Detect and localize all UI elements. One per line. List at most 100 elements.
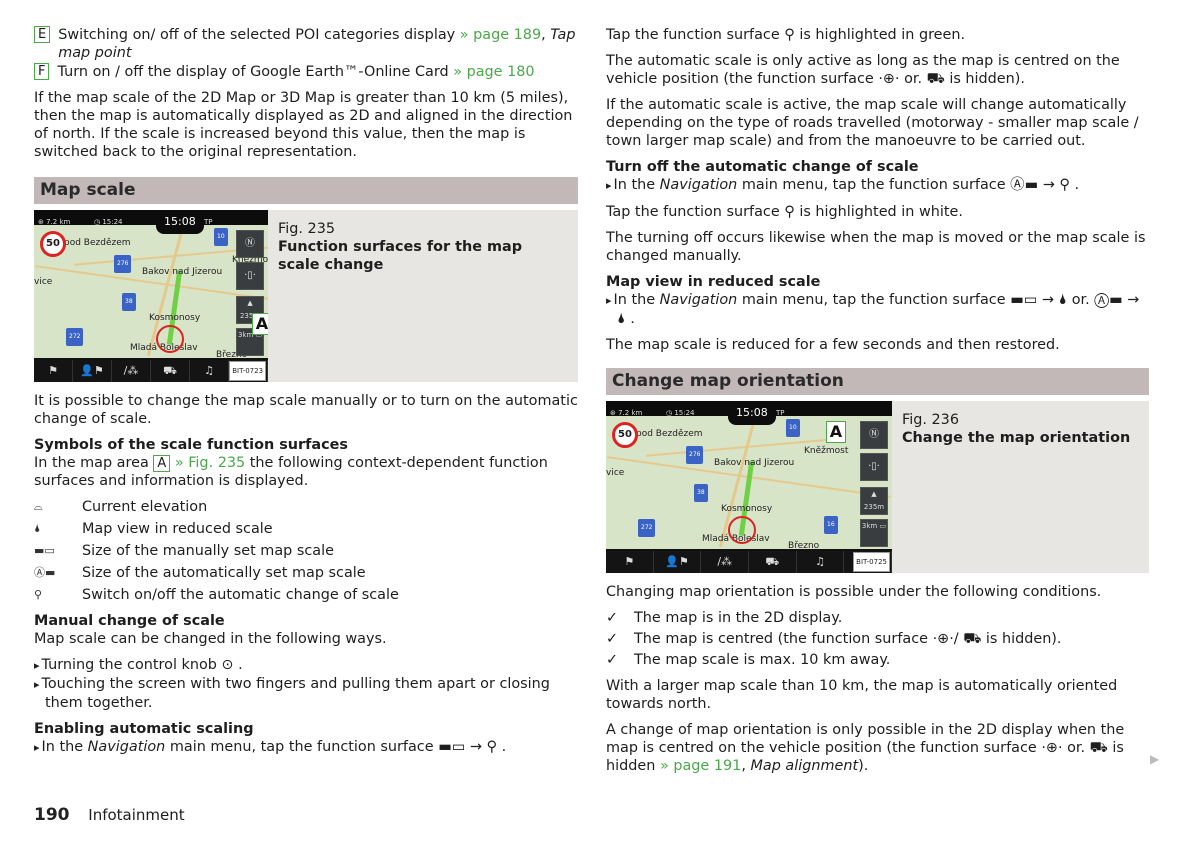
menu-name: Navigation <box>659 292 738 308</box>
reduced-scale-icon: 🌢 <box>34 522 41 535</box>
place-label: Kosmonosy <box>149 313 201 323</box>
text: ). <box>858 758 869 774</box>
left-column: E Switching on/ off of the selected POI … <box>34 26 578 757</box>
place-label: Bakov nad Jizerou <box>714 458 795 468</box>
symbol-row: ▬▭ Size of the manually set map scale <box>34 542 578 560</box>
elevation-icon: ⌓ <box>34 500 43 513</box>
traffic-icon[interactable]: ⛟ <box>151 360 191 382</box>
place-label: Kněžmost <box>804 446 849 456</box>
north-orientation-button[interactable]: Ⓝ <box>236 230 265 258</box>
scale-intro-paragraph: It is possible to change the map scale m… <box>34 393 578 427</box>
figure-236: ⊛ 7.2 km ◷ 15:24 TP 15:08 pod Bezdězem B… <box>606 401 1149 573</box>
road-shield: 272 <box>66 328 84 346</box>
route-options-icon[interactable]: /⁂ <box>112 360 152 382</box>
center-vehicle-button[interactable]: ·▯· <box>860 453 888 481</box>
bullet-item: In the Navigation main menu, tap the fun… <box>606 176 1149 195</box>
paragraph: If the automatic scale is active, the ma… <box>606 97 1139 149</box>
page-link-189[interactable]: » page 189 <box>460 27 541 43</box>
paragraph: Tap the function surface ⚲ is highlighte… <box>606 27 966 43</box>
route-options-icon[interactable]: /⁂ <box>701 551 750 573</box>
bullet-item: Touching the screen with two fingers and… <box>34 675 578 712</box>
page-footer: 190 Infotainment <box>34 806 185 824</box>
bullet-item: In the Navigation main menu, tap the fun… <box>34 738 578 757</box>
speed-limit-sign: 50 <box>612 422 638 448</box>
fig-235-link[interactable]: » Fig. 235 <box>170 455 245 471</box>
vehicle-position-icon <box>728 516 756 544</box>
destination-flag-icon[interactable]: ⚑ <box>606 551 654 573</box>
place-label: Bakov nad Jizerou <box>142 267 223 277</box>
symbol-label: Map view in reduced scale <box>82 521 273 537</box>
italic-ref: Map alignment <box>750 758 859 774</box>
speed-limit-sign: 50 <box>40 231 66 257</box>
section-title-map-scale: Map scale <box>34 177 578 204</box>
destination-flag-icon[interactable]: ⚑ <box>34 360 74 382</box>
nav-screen-image: ⊛ 7.2 km ◷ 15:24 TP 15:08 pod Bezdězem B… <box>606 401 892 573</box>
manual-change-intro: Map scale can be changed in the followin… <box>34 631 387 647</box>
map-area: pod Bezdězem Bakov nad Jizerou Kněžmost … <box>606 416 892 551</box>
item-text: Turn on / off the display of Google Eart… <box>57 64 454 80</box>
auto-scale-icon: Ⓐ▬ <box>34 566 56 579</box>
road-shield: 276 <box>114 255 132 273</box>
contacts-destination-icon[interactable]: 👤⚑ <box>654 551 702 573</box>
menu-name: Navigation <box>659 177 738 193</box>
paragraph: The map scale is reduced for a few secon… <box>606 337 1060 353</box>
checkmark-icon: ✓ <box>606 610 619 626</box>
callout-a: A <box>252 313 269 335</box>
elevation-button[interactable]: ▲ 235m <box>860 487 888 515</box>
conditions-intro: Changing map orientation is possible und… <box>606 584 1102 600</box>
figure-code: BIT-0723 <box>229 361 267 381</box>
figure-title: Function surfaces for the map scale chan… <box>278 239 523 273</box>
music-icon[interactable]: ♫ <box>190 360 230 382</box>
symbols-intro: In the map area A » Fig. 235 the followi… <box>34 454 578 490</box>
map-area: pod Bezdězem Bakov nad Jizerou Kněžmost … <box>34 225 269 360</box>
map-scale-button[interactable]: 3km ▭ <box>860 519 888 547</box>
symbol-label: Size of the manually set map scale <box>82 543 334 559</box>
chapter-name: Infotainment <box>88 806 185 824</box>
place-label: pod Bezdězem <box>64 238 131 248</box>
figure-number: Fig. 236 <box>902 412 959 428</box>
condition-item: ✓ The map scale is max. 10 km away. <box>606 651 1149 669</box>
auto-scale-toggle-icon: ⚲ <box>34 588 43 601</box>
manual-scale-icon: ▬▭ <box>34 544 55 557</box>
checkmark-icon: ✓ <box>606 631 619 647</box>
place-label: Kosmonosy <box>721 504 773 514</box>
page-number: 190 <box>34 805 70 825</box>
bullet-item: In the Navigation main menu, tap the fun… <box>606 291 1149 328</box>
symbol-row: ⌓ Current elevation <box>34 498 578 516</box>
section-title-map-orientation: Change map orientation <box>606 368 1149 395</box>
text: In the <box>613 292 660 308</box>
road-shield: 10 <box>214 228 228 246</box>
road-shield: 16 <box>824 516 838 534</box>
place-label: vice <box>606 468 625 478</box>
figure-code: BIT-0725 <box>853 552 890 572</box>
condition-text: The map is in the 2D display. <box>634 610 843 626</box>
figure-number: Fig. 235 <box>278 221 336 237</box>
contacts-destination-icon[interactable]: 👤⚑ <box>73 360 113 382</box>
place-label: vice <box>34 277 53 287</box>
list-item-e: E Switching on/ off of the selected POI … <box>34 26 578 62</box>
symbol-label: Current elevation <box>82 499 208 515</box>
page-link-180[interactable]: » page 180 <box>453 64 534 80</box>
road-shield: 276 <box>686 446 704 464</box>
key-badge-e: E <box>34 26 51 43</box>
vehicle-position-icon <box>156 325 184 353</box>
symbol-legend: ⌓ Current elevation 🌢 Map view in reduced … <box>34 498 578 604</box>
condition-item: ✓ The map is centred (the function surfac… <box>606 630 1149 648</box>
text: In the <box>613 177 660 193</box>
place-label: pod Bezdězem <box>636 429 703 439</box>
nav-bottom-menu: ⚑ 👤⚑ /⁂ ⛟ ♫ ⚙ <box>606 551 892 573</box>
callout-a: A <box>826 421 846 443</box>
manual-change-heading: Manual change of scale <box>34 613 225 629</box>
figure-235: ⊛ 7.2 km ◷ 15:24 TP 15:08 pod Bezdězem B… <box>34 210 578 382</box>
intro-paragraph: If the map scale of the 2D Map or 3D Map… <box>34 90 573 160</box>
music-icon[interactable]: ♫ <box>797 551 845 573</box>
continue-arrow-icon: ▶ <box>1150 752 1160 766</box>
traffic-icon[interactable]: ⛟ <box>749 551 797 573</box>
paragraph: With a larger map scale than 10 km, the … <box>606 678 1118 712</box>
page-link-191[interactable]: » page 191 <box>660 758 741 774</box>
center-vehicle-button[interactable]: ·▯· <box>236 262 265 290</box>
key-badge-a: A <box>153 455 171 472</box>
key-badge-f: F <box>34 63 50 80</box>
paragraph: Tap the function surface ⚲ is highlighte… <box>606 204 963 220</box>
north-orientation-button[interactable]: Ⓝ <box>860 421 888 449</box>
